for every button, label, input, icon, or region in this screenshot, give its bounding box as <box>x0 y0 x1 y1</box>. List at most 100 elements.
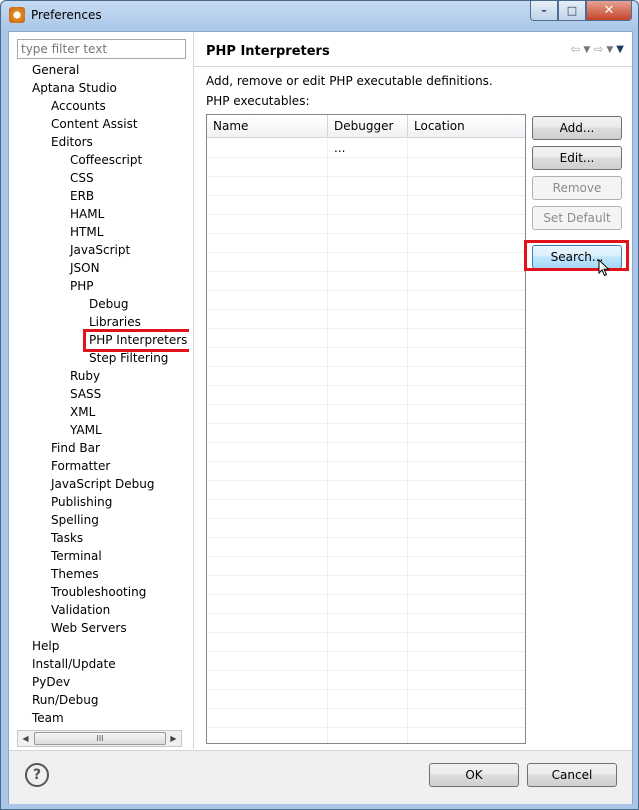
preferences-nav-pane: GeneralAptana StudioAccountsContent Assi… <box>9 32 194 749</box>
tree-item-run-debug[interactable]: Run/Debug <box>32 692 99 709</box>
tree-item-coffeescript[interactable]: Coffeescript <box>70 152 142 169</box>
table-row[interactable] <box>207 613 525 633</box>
title-bar[interactable]: Preferences – □ ✕ <box>1 1 638 31</box>
table-row[interactable] <box>207 651 525 671</box>
tree-item-formatter[interactable]: Formatter <box>51 458 110 475</box>
tree-item-step-filtering[interactable]: Step Filtering <box>89 350 168 367</box>
tree-item-haml[interactable]: HAML <box>70 206 104 223</box>
minimize-button[interactable]: – <box>530 1 558 21</box>
tree-item-debug[interactable]: Debug <box>89 296 128 313</box>
table-row[interactable] <box>207 594 525 614</box>
tree-item-publishing[interactable]: Publishing <box>51 494 112 511</box>
table-row[interactable] <box>207 518 525 538</box>
tree-item-sass[interactable]: SASS <box>70 386 101 403</box>
forward-arrow-icon[interactable]: ⇨ <box>593 42 603 56</box>
tree-item-spelling[interactable]: Spelling <box>51 512 99 529</box>
tree-item-troubleshooting[interactable]: Troubleshooting <box>51 584 146 601</box>
scroll-thumb[interactable]: III <box>34 732 166 745</box>
tree-item-web-servers[interactable]: Web Servers <box>51 620 127 637</box>
table-row[interactable] <box>207 727 525 743</box>
table-row[interactable] <box>207 157 525 177</box>
column-header-debugger[interactable]: Debugger ... <box>328 115 408 155</box>
preference-page: PHP Interpreters ⇦ ▼ ⇨ ▼ ▼ Add, remove o… <box>194 32 632 749</box>
tree-item-aptana-studio[interactable]: Aptana Studio <box>32 80 117 97</box>
column-header-name[interactable]: Name <box>207 115 328 137</box>
table-row[interactable] <box>207 404 525 424</box>
table-row[interactable] <box>207 537 525 557</box>
tree-item-html[interactable]: HTML <box>70 224 103 241</box>
tree-item-general[interactable]: General <box>32 62 79 79</box>
table-row[interactable] <box>207 632 525 652</box>
executables-label: PHP executables: <box>206 94 310 108</box>
table-row[interactable] <box>207 252 525 272</box>
table-row[interactable] <box>207 271 525 291</box>
table-row[interactable] <box>207 385 525 405</box>
table-row[interactable] <box>207 309 525 329</box>
maximize-button[interactable]: □ <box>558 1 586 21</box>
tree-item-themes[interactable]: Themes <box>51 566 99 583</box>
table-row[interactable] <box>207 328 525 348</box>
tree-item-yaml[interactable]: YAML <box>70 422 102 439</box>
table-row[interactable] <box>207 214 525 234</box>
close-button[interactable]: ✕ <box>586 1 632 21</box>
table-row[interactable] <box>207 138 525 158</box>
tree-item-editors[interactable]: Editors <box>51 134 93 151</box>
table-row[interactable] <box>207 575 525 595</box>
tree-item-php-interpreters[interactable]: PHP Interpreters <box>83 329 189 352</box>
tree-item-ruby[interactable]: Ruby <box>70 368 100 385</box>
tree-horizontal-scrollbar[interactable]: ◀ III ▶ <box>17 730 182 747</box>
tree-item-php[interactable]: PHP <box>70 278 94 295</box>
table-row[interactable] <box>207 290 525 310</box>
tree-item-css[interactable]: CSS <box>70 170 94 187</box>
scroll-right-arrow-icon[interactable]: ▶ <box>166 731 181 746</box>
edit-button[interactable]: Edit... <box>532 146 622 170</box>
back-arrow-icon[interactable]: ⇦ <box>570 42 580 56</box>
column-header-location[interactable]: Location <box>408 115 525 137</box>
table-row[interactable] <box>207 461 525 481</box>
remove-button[interactable]: Remove <box>532 176 622 200</box>
scroll-left-arrow-icon[interactable]: ◀ <box>18 731 33 746</box>
tree-item-accounts[interactable]: Accounts <box>51 98 106 115</box>
table-row[interactable] <box>207 233 525 253</box>
set-default-button[interactable]: Set Default <box>532 206 622 230</box>
tree-item-javascript[interactable]: JavaScript <box>70 242 130 259</box>
back-menu-icon[interactable]: ▼ <box>583 45 590 56</box>
tree-item-content-assist[interactable]: Content Assist <box>51 116 138 133</box>
filter-input[interactable] <box>17 39 186 59</box>
table-row[interactable] <box>207 670 525 690</box>
table-row[interactable] <box>207 499 525 519</box>
table-row[interactable] <box>207 708 525 728</box>
tree-item-validation[interactable]: Validation <box>51 602 110 619</box>
table-row[interactable] <box>207 480 525 500</box>
cancel-button[interactable]: Cancel <box>527 763 617 787</box>
tree-item-help[interactable]: Help <box>32 638 59 655</box>
table-row[interactable] <box>207 423 525 443</box>
tree-item-javascript-debug[interactable]: JavaScript Debug <box>51 476 154 493</box>
tree-item-tasks[interactable]: Tasks <box>51 530 83 547</box>
table-row[interactable] <box>207 442 525 462</box>
window-controls: – □ ✕ <box>530 1 632 21</box>
tree-item-install-update[interactable]: Install/Update <box>32 656 116 673</box>
add-button[interactable]: Add... <box>532 116 622 140</box>
forward-menu-icon[interactable]: ▼ <box>606 45 613 56</box>
executables-table[interactable]: Name Debugger ... Location <box>206 114 526 744</box>
tree-item-terminal[interactable]: Terminal <box>51 548 102 565</box>
tree-item-pydev[interactable]: PyDev <box>32 674 70 691</box>
table-row[interactable] <box>207 366 525 386</box>
table-row[interactable] <box>207 689 525 709</box>
table-row[interactable] <box>207 195 525 215</box>
tree-item-find-bar[interactable]: Find Bar <box>51 440 100 457</box>
table-row[interactable] <box>207 556 525 576</box>
table-row[interactable] <box>207 176 525 196</box>
ok-button[interactable]: OK <box>429 763 519 787</box>
view-menu-icon[interactable]: ▼ <box>616 44 624 56</box>
dialog-button-bar: ? OK Cancel <box>9 750 632 804</box>
mouse-pointer-icon <box>598 259 610 277</box>
tree-item-erb[interactable]: ERB <box>70 188 94 205</box>
table-header: Name Debugger ... Location <box>207 115 525 155</box>
help-icon[interactable]: ? <box>25 763 49 787</box>
tree-item-json[interactable]: JSON <box>70 260 100 277</box>
tree-item-team[interactable]: Team <box>32 710 64 727</box>
table-row[interactable] <box>207 347 525 367</box>
tree-item-xml[interactable]: XML <box>70 404 95 421</box>
